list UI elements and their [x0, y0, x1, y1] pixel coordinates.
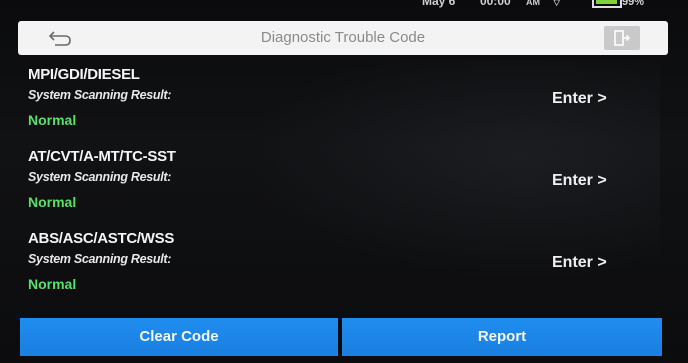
system-name: MPI/GDI/DIESEL [28, 66, 140, 83]
header-bar: Diagnostic Trouble Code [18, 21, 668, 55]
wifi-icon: ⌔ [552, 0, 562, 9]
status-date: May 6 [422, 0, 456, 8]
enter-button[interactable]: Enter > [552, 254, 607, 272]
scan-status: Normal [28, 276, 77, 292]
report-button[interactable]: Report [342, 318, 662, 356]
scan-result-label: System Scanning Result: [28, 170, 172, 184]
scan-result-label: System Scanning Result: [28, 252, 172, 266]
scan-status: Normal [28, 194, 77, 210]
exit-door-icon [614, 30, 630, 46]
battery-percent: 99% [622, 0, 645, 8]
system-name: ABS/ASC/ASTC/WSS [28, 230, 175, 247]
battery-icon [592, 0, 622, 8]
enter-button[interactable]: Enter > [552, 172, 607, 190]
enter-button[interactable]: Enter > [552, 90, 607, 108]
page-title: Diagnostic Trouble Code [260, 29, 426, 46]
system-row-1: MPI/GDI/DIESEL System Scanning Result: N… [0, 66, 688, 144]
clear-code-button[interactable]: Clear Code [20, 318, 338, 356]
scan-result-label: System Scanning Result: [28, 88, 172, 102]
status-bar: May 6 00:00 AM ⌔ 99% [380, 0, 680, 14]
footer-bar: Clear Code Report [20, 318, 662, 356]
system-row-2: AT/CVT/A-MT/TC-SST System Scanning Resul… [0, 148, 688, 226]
device-screen: May 6 00:00 AM ⌔ 99% Diagnostic Trouble … [0, 0, 688, 363]
status-ampm: AM [526, 0, 540, 7]
exit-button[interactable] [604, 26, 640, 50]
scan-status: Normal [28, 112, 77, 128]
system-name: AT/CVT/A-MT/TC-SST [28, 148, 176, 165]
status-time: 00:00 [480, 0, 511, 8]
system-row-3: ABS/ASC/ASTC/WSS System Scanning Result:… [0, 230, 688, 308]
